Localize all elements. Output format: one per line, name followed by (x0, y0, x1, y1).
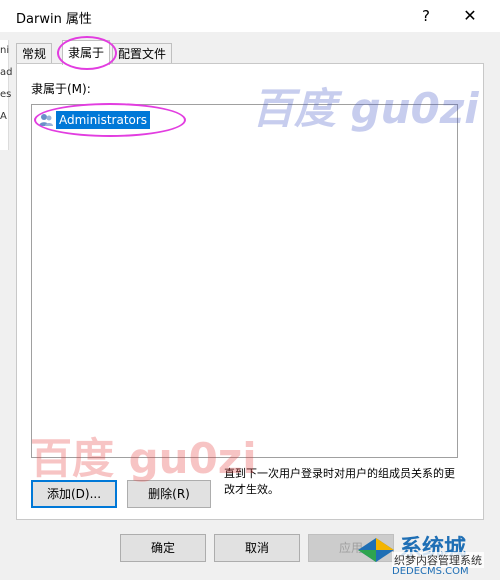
member-list[interactable]: Administrators (31, 103, 458, 458)
background-window-edge: ni ad es A (0, 40, 13, 150)
window-title: Darwin 属性 (16, 12, 92, 27)
title-bar: Darwin 属性 ? ✕ (0, 0, 500, 32)
site-logo-url: DEDECMS.COM (392, 566, 469, 577)
tab-highlight-annotation (57, 36, 117, 70)
help-button[interactable]: ? (414, 4, 438, 28)
cancel-button[interactable]: 取消 (214, 534, 300, 562)
remove-button[interactable]: 删除(R) (127, 480, 211, 508)
add-button[interactable]: 添加(D)... (31, 480, 117, 508)
tab-profile[interactable]: 配置文件 (112, 43, 173, 64)
list-item[interactable]: Administrators (34, 103, 186, 137)
item-highlight-annotation (34, 103, 186, 137)
membership-note: 直到下一次用户登录时对用户的组成员关系的更改才生效。 (224, 467, 455, 496)
site-logo-icon (358, 538, 394, 562)
close-button[interactable]: ✕ (458, 4, 482, 28)
background-fragment: A (0, 111, 7, 122)
background-fragment: ni (0, 45, 10, 56)
tab-general[interactable]: 常规 (16, 43, 53, 64)
site-logo: 系统城 织梦内容管理系统 DEDECMS.COM (356, 528, 500, 580)
member-of-panel: 隶属于(M): Administrators 添加(D)... 删除(R) 直到… (16, 63, 484, 520)
ok-button[interactable]: 确定 (120, 534, 206, 562)
member-of-label: 隶属于(M): (31, 82, 91, 96)
properties-window: ni ad es A Darwin 属性 ? ✕ 常规 隶属于 配置文件 隶属于… (0, 0, 500, 580)
background-fragment: ad (0, 67, 13, 78)
background-fragment: es (0, 89, 12, 100)
